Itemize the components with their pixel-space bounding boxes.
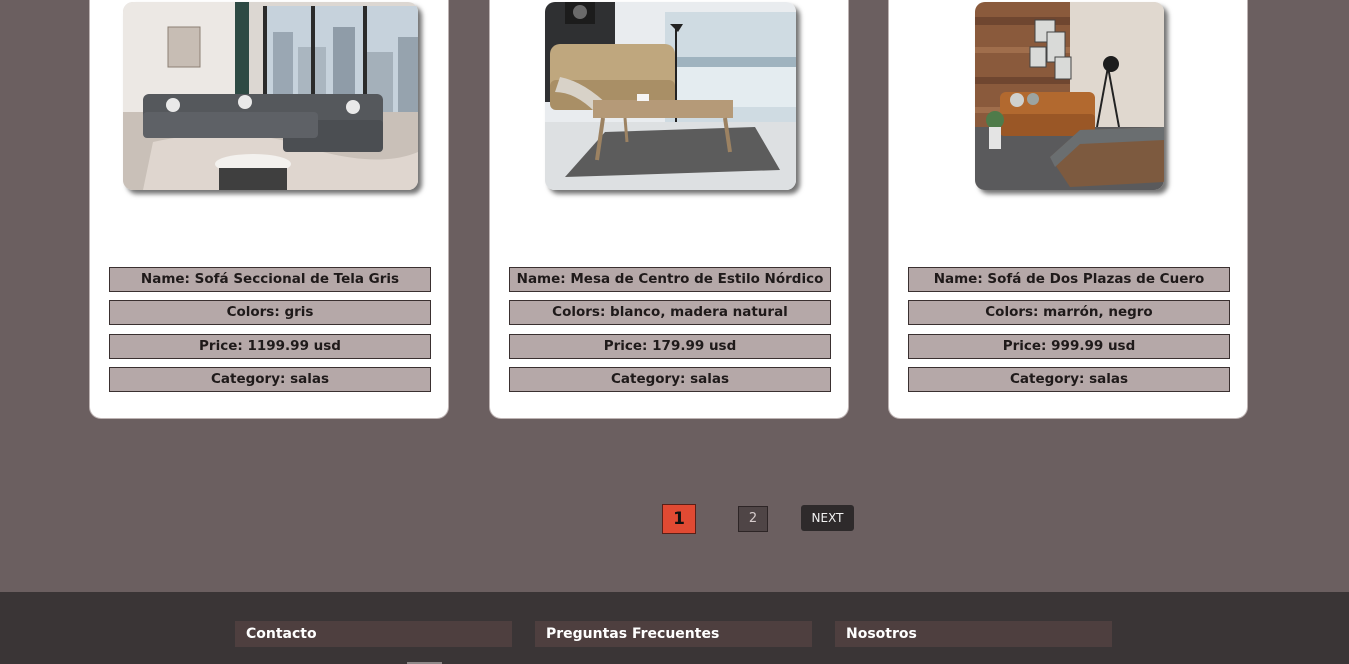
product-image[interactable] — [123, 2, 418, 190]
product-price: Price: 179.99 usd — [509, 334, 831, 359]
product-category: Category: salas — [509, 367, 831, 392]
product-card: Name: Sofá de Dos Plazas de Cuero Colors… — [888, 0, 1248, 419]
product-category: Category: salas — [908, 367, 1230, 392]
product-price: Price: 1199.99 usd — [109, 334, 431, 359]
next-page-button[interactable]: NEXT — [801, 505, 854, 531]
product-image[interactable] — [975, 2, 1164, 190]
product-colors: Colors: marrón, negro — [908, 300, 1230, 325]
product-price: Price: 999.99 usd — [908, 334, 1230, 359]
product-category: Category: salas — [109, 367, 431, 392]
product-card: Name: Mesa de Centro de Estilo Nórdico C… — [489, 0, 849, 419]
product-card: Name: Sofá Seccional de Tela Gris Colors… — [89, 0, 449, 419]
footer-contact-link[interactable]: Contacto — [235, 621, 512, 647]
product-name: Name: Mesa de Centro de Estilo Nórdico — [509, 267, 831, 292]
product-image[interactable] — [545, 2, 796, 190]
footer-about-link[interactable]: Nosotros — [835, 621, 1112, 647]
page-2-button[interactable]: 2 — [738, 506, 768, 532]
product-colors: Colors: blanco, madera natural — [509, 300, 831, 325]
footer-faq-link[interactable]: Preguntas Frecuentes — [535, 621, 812, 647]
footer: Contacto Preguntas Frecuentes Nosotros — [0, 592, 1349, 664]
page-1-button[interactable]: 1 — [662, 504, 696, 534]
product-name: Name: Sofá de Dos Plazas de Cuero — [908, 267, 1230, 292]
product-name: Name: Sofá Seccional de Tela Gris — [109, 267, 431, 292]
product-colors: Colors: gris — [109, 300, 431, 325]
